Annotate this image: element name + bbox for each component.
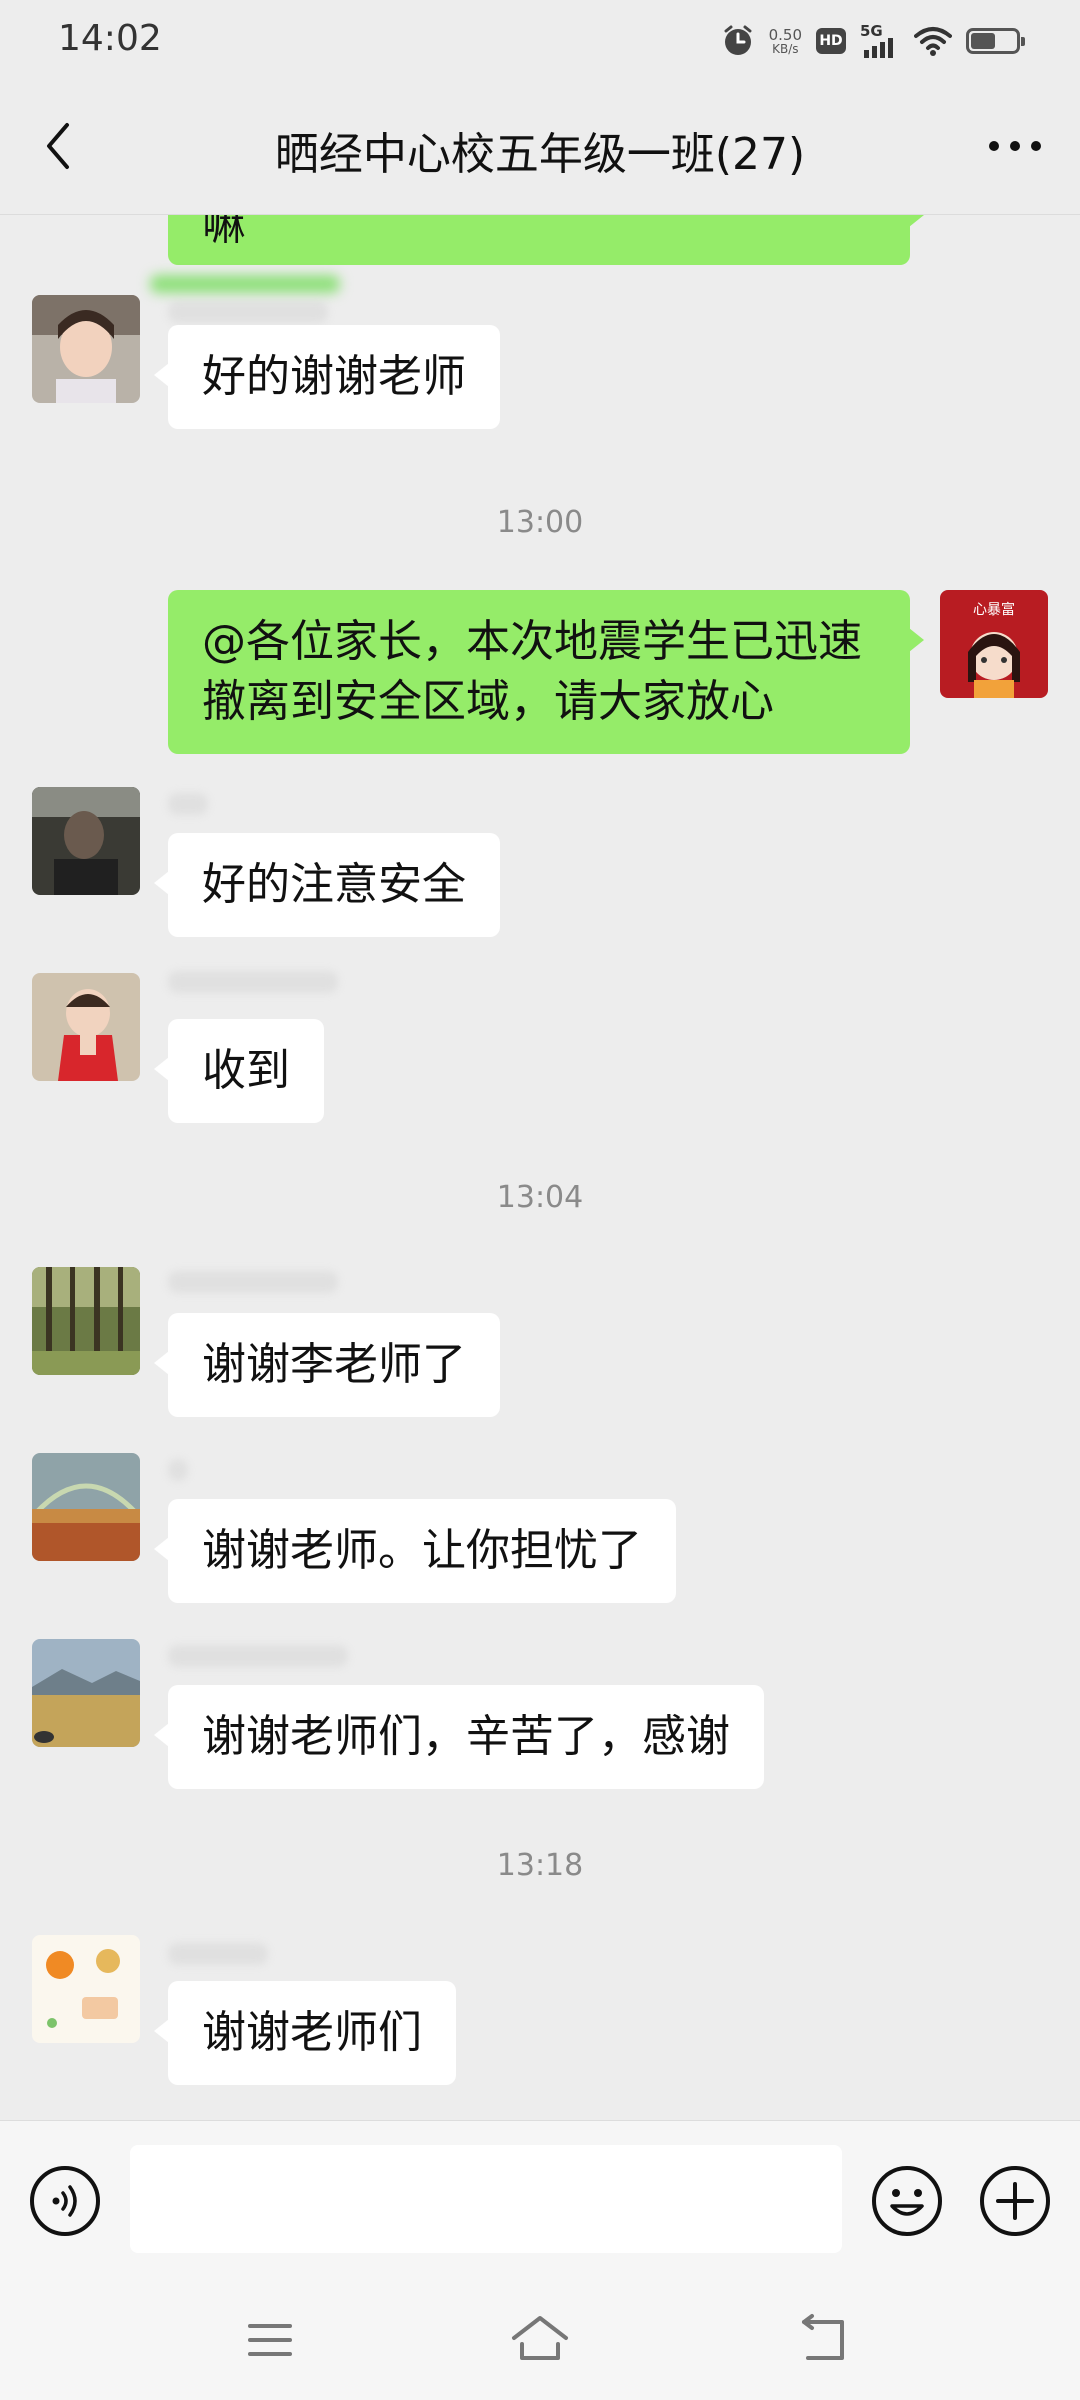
message-bubble[interactable]: 收到: [154, 1019, 324, 1123]
message-text: 谢谢老师。让你担忧了: [202, 1525, 642, 1576]
sender-name-blurred: [168, 1943, 268, 1965]
message-text: 嘛: [202, 215, 246, 250]
avatar-image: [32, 1453, 140, 1561]
more-dots-icon: [989, 141, 1041, 151]
timestamp: 13:04: [496, 1180, 584, 1215]
voice-button[interactable]: [28, 2164, 102, 2238]
system-nav-bar: [0, 2280, 1080, 2400]
home-icon: [512, 2316, 568, 2360]
net-speed-value: 0.50: [768, 25, 802, 44]
timestamp: 13:00: [496, 505, 584, 540]
self-avatar-text: 心暴富: [973, 601, 1015, 618]
message-bubble[interactable]: 谢谢李老师了: [154, 1313, 500, 1417]
sender-name-blurred: [168, 1645, 348, 1667]
avatar[interactable]: [32, 1453, 140, 1561]
self-avatar[interactable]: 心暴富: [940, 590, 1048, 698]
avatar[interactable]: [32, 973, 140, 1081]
input-bar: [0, 2120, 1080, 2280]
message-text-line: @各位家长，本次地震学生已迅速: [202, 616, 862, 667]
avatar-image: [32, 295, 140, 403]
emoji-icon: [872, 2166, 942, 2236]
avatar[interactable]: [32, 787, 140, 895]
menu-icon: [248, 2324, 292, 2356]
chat-title: 晒经中心校五年级一班(27): [274, 129, 806, 180]
sender-name-blurred: [150, 275, 340, 293]
sender-name-blurred: [168, 971, 338, 993]
sender-name-blurred: [168, 301, 328, 323]
back-icon: [802, 2314, 844, 2360]
status-bar: 14:02 0.50 KB/s HD 5G: [0, 0, 1080, 80]
hd-badge: HD: [816, 28, 846, 54]
message-bubble[interactable]: @各位家长，本次地震学生已迅速 撤离到安全区域，请大家放心: [168, 590, 924, 754]
message-text: 谢谢老师们: [202, 2007, 422, 2058]
avatar-image: [32, 973, 140, 1081]
cell-signal-icon: 5G: [860, 22, 900, 58]
avatar[interactable]: [32, 1935, 140, 2043]
alarm-icon: [724, 25, 752, 55]
message-bubble[interactable]: 谢谢老师。让你担忧了: [154, 1499, 676, 1603]
avatar-image: [32, 1935, 140, 2043]
voice-icon: [30, 2166, 100, 2236]
avatar[interactable]: [32, 1267, 140, 1375]
message-text: 收到: [202, 1045, 290, 1096]
net-speed: 0.50 KB/s: [768, 25, 802, 56]
status-icons: 0.50 KB/s HD 5G: [721, 20, 1025, 62]
avatar-image: 心暴富: [940, 590, 1048, 698]
sender-name-blurred: [168, 1459, 188, 1481]
emoji-button[interactable]: [870, 2164, 944, 2238]
more-button[interactable]: [980, 116, 1050, 176]
message-bubble[interactable]: 谢谢老师们: [154, 1981, 456, 2085]
back-button[interactable]: [28, 116, 88, 176]
message-bubble[interactable]: 嘛: [168, 215, 924, 265]
sender-name-blurred: [168, 793, 208, 815]
avatar-image: [32, 1267, 140, 1375]
avatar-image: [32, 1639, 140, 1747]
message-input[interactable]: [130, 2145, 842, 2253]
title-bar: 晒经中心校五年级一班(27): [0, 80, 1080, 215]
message-text: 谢谢老师们，辛苦了，感谢: [202, 1711, 730, 1762]
chat-area[interactable]: 嘛 好的谢谢老师 13:00 @各位家长，本次地震学生已迅速 撤离到安全区域，请…: [0, 215, 1080, 2120]
message-text: 好的谢谢老师: [202, 351, 466, 402]
battery-fill: [971, 33, 996, 49]
status-time: 14:02: [58, 18, 162, 59]
home-button[interactable]: [508, 2308, 572, 2372]
battery-icon: [966, 28, 1025, 54]
message-text-line: 撤离到安全区域，请大家放心: [202, 676, 774, 727]
avatar[interactable]: [32, 295, 140, 403]
avatar-image: [32, 787, 140, 895]
wifi-icon: [914, 27, 952, 56]
more-functions-button[interactable]: [978, 2164, 1052, 2238]
recent-apps-button[interactable]: [238, 2308, 302, 2372]
timestamp: 13:18: [496, 1848, 584, 1883]
plus-icon: [980, 2166, 1050, 2236]
message-bubble[interactable]: 好的注意安全: [154, 833, 500, 937]
net-speed-unit: KB/s: [772, 41, 799, 56]
sender-name-blurred: [168, 1271, 338, 1293]
message-bubble[interactable]: 谢谢老师们，辛苦了，感谢: [154, 1685, 764, 1789]
system-back-button[interactable]: [792, 2308, 856, 2372]
back-arrow-icon: [47, 123, 69, 169]
message-text: 谢谢李老师了: [202, 1339, 466, 1390]
message-text: 好的注意安全: [202, 859, 466, 910]
avatar[interactable]: [32, 1639, 140, 1747]
message-bubble[interactable]: 好的谢谢老师: [154, 325, 500, 429]
